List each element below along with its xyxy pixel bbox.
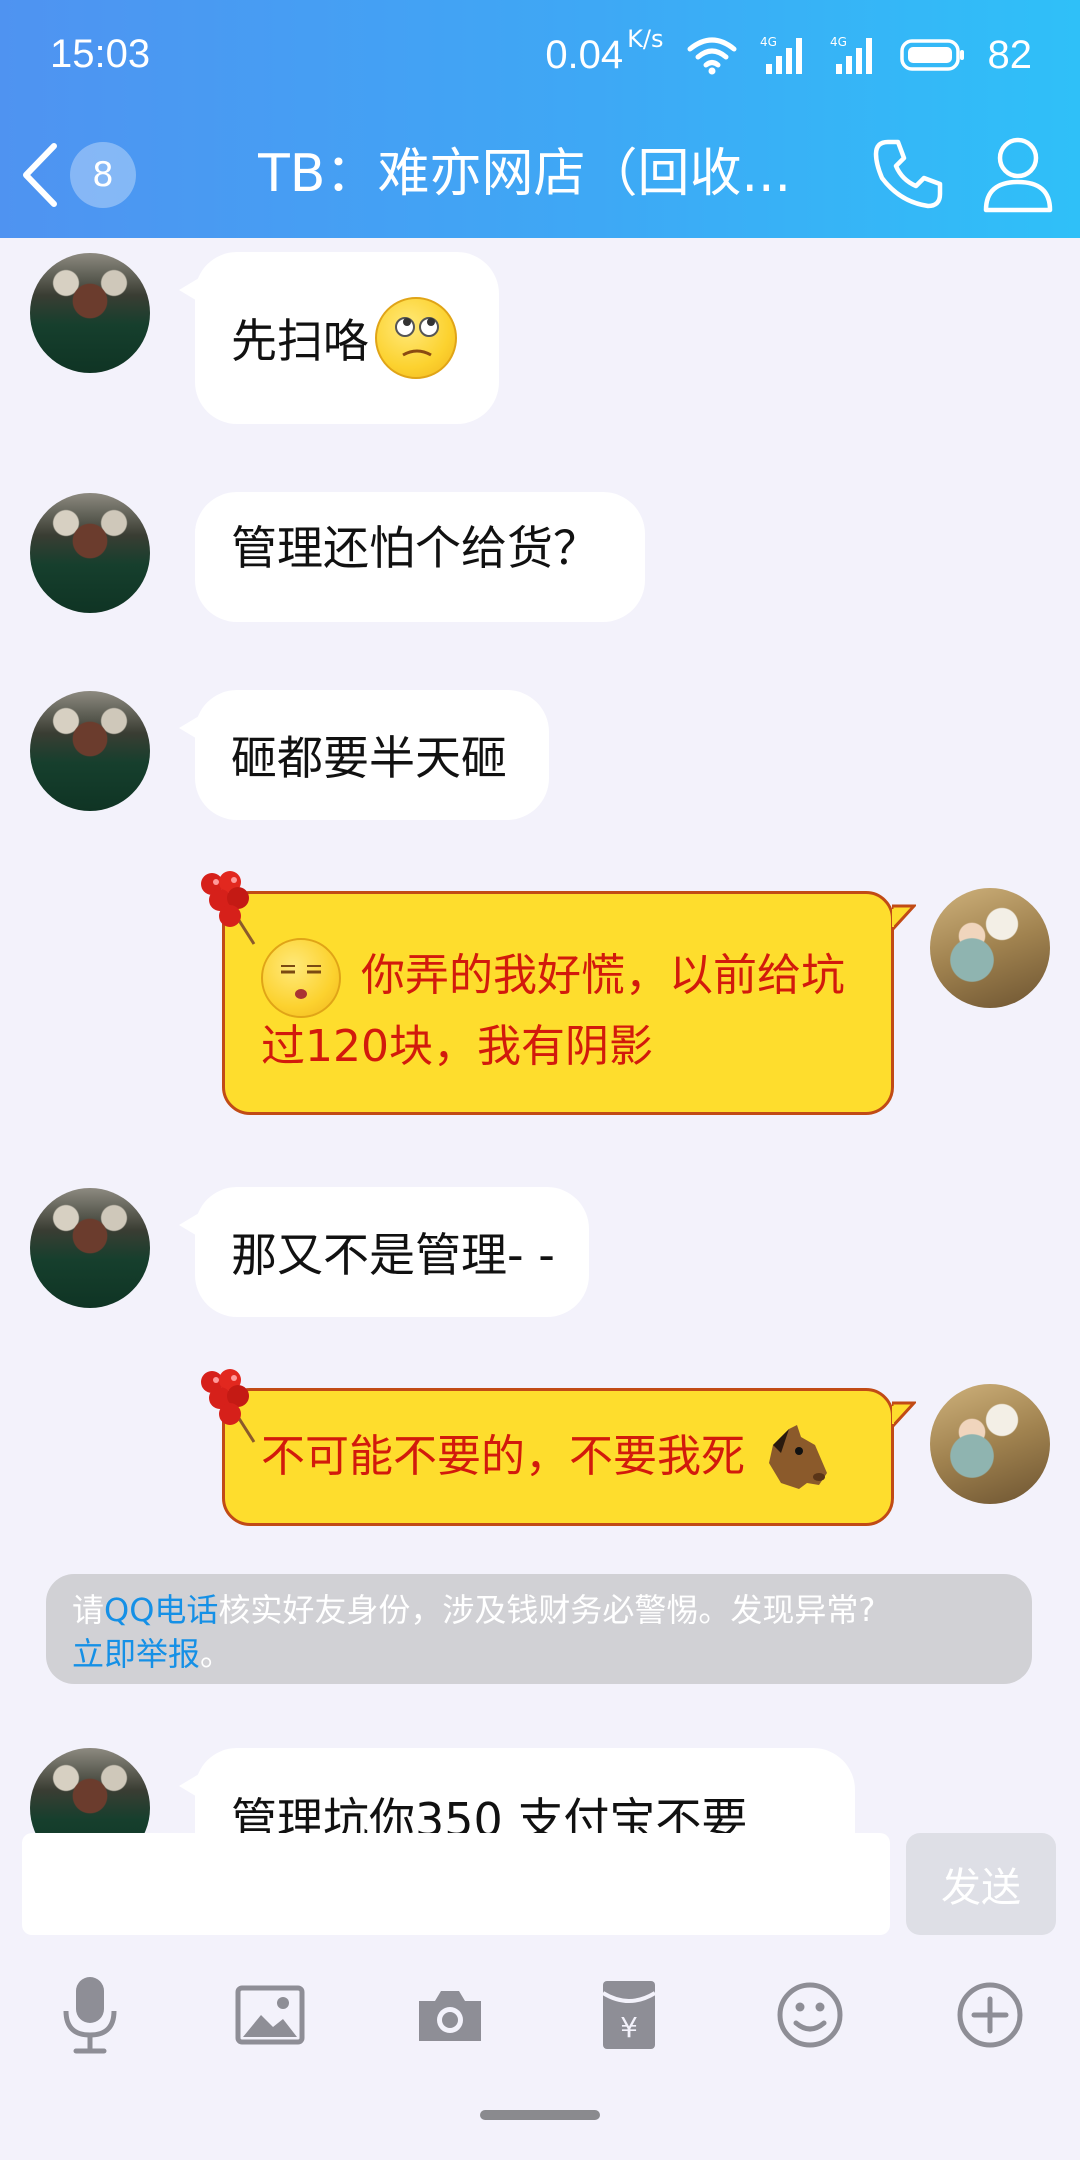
message-bubble-outgoing[interactable]: 你弄的我好慌，以前给坑过120块，我有阴影 <box>222 891 894 1115</box>
wifi-icon <box>687 37 736 75</box>
send-button[interactable]: 发送 <box>906 1833 1056 1935</box>
bubble-tail <box>892 1401 916 1430</box>
message-text: 你弄的我好慌，以前给坑过120块，我有阴影 <box>261 950 845 1072</box>
call-button[interactable] <box>870 136 946 212</box>
chat-title: TB：难亦网店（回收... <box>258 144 792 204</box>
message-text: 不可能不要的，不要我死 <box>261 1431 745 1482</box>
signal-icon-1: 4G <box>760 35 802 74</box>
message-bubble-incoming[interactable]: 先扫咯 <box>179 252 499 424</box>
emoji-button[interactable] <box>768 1973 852 2057</box>
candy-haw-decoration-icon <box>201 1369 256 1443</box>
message-text: 先扫咯 <box>231 314 369 368</box>
message-bubble-incoming[interactable]: 那又不是管理- - <box>179 1187 589 1317</box>
bubble-tail <box>892 904 916 933</box>
svg-text:4G: 4G <box>760 35 777 49</box>
svg-text:4G: 4G <box>830 35 847 49</box>
plus-icon <box>957 1982 1023 2048</box>
message-bubble-incoming[interactable]: 管理坑你350 支付宝不要 <box>179 1748 855 1833</box>
contact-avatar[interactable] <box>30 493 150 613</box>
qq-call-link[interactable]: QQ电话 <box>104 1591 218 1629</box>
svg-text:¥: ¥ <box>620 2011 638 2044</box>
message-text: 管理坑你350 支付宝不要 <box>231 1793 748 1833</box>
camera-button[interactable] <box>408 1973 492 2057</box>
my-avatar[interactable] <box>930 888 1050 1008</box>
chevron-left-icon <box>23 143 57 207</box>
home-indicator[interactable] <box>480 2110 600 2120</box>
status-bar: 15:03 0.04 K/s 4G 4G 82 <box>0 0 1080 110</box>
contact-avatar[interactable] <box>30 1188 150 1308</box>
nav-bar: 8 TB：难亦网店（回收... <box>0 110 1080 238</box>
message-bubble-incoming[interactable]: 砸都要半天砸 <box>179 690 549 820</box>
emoji-icon <box>777 1982 843 2048</box>
unread-count-badge: 8 <box>70 142 136 208</box>
message-input[interactable] <box>22 1833 890 1935</box>
image-icon <box>235 1985 305 2045</box>
battery-icon <box>899 39 964 71</box>
voice-button[interactable] <box>48 1973 132 2057</box>
sleepy-face-emoji-icon <box>261 938 341 1018</box>
network-speed: 0.04 K/s <box>545 24 664 77</box>
battery-level: 82 <box>987 32 1033 77</box>
candy-haw-decoration-icon <box>201 871 256 945</box>
profile-button[interactable] <box>980 134 1056 214</box>
red-packet-button[interactable]: ¥ <box>587 1973 671 2057</box>
message-text: 砸都要半天砸 <box>231 731 507 785</box>
more-button[interactable] <box>948 1973 1032 2057</box>
person-icon <box>983 137 1053 213</box>
status-time: 15:03 <box>50 32 151 76</box>
message-text: 那又不是管理- - <box>231 1228 555 1282</box>
contact-avatar[interactable] <box>30 1748 150 1833</box>
message-bubble-outgoing[interactable]: 不可能不要的，不要我死 <box>222 1388 894 1526</box>
microphone-icon <box>63 1977 117 2054</box>
horse-face-emoji-icon <box>759 1423 831 1495</box>
image-button[interactable] <box>228 1973 312 2057</box>
rolling-eyes-emoji-icon <box>375 297 457 379</box>
my-avatar[interactable] <box>930 1384 1050 1504</box>
report-link[interactable]: 立即举报 <box>72 1635 200 1673</box>
red-packet-icon: ¥ <box>601 1981 657 2049</box>
security-warning-banner: 请QQ电话核实好友身份，涉及钱财务必警惕。发现异常? 立即举报。 <box>46 1574 1032 1684</box>
signal-icon-2: 4G <box>830 35 872 74</box>
message-text: 管理还怕个给货？ <box>231 521 599 575</box>
message-bubble-incoming[interactable]: 管理还怕个给货？ <box>195 492 645 622</box>
back-button[interactable]: 8 <box>18 130 148 220</box>
contact-avatar[interactable] <box>30 691 150 811</box>
phone-icon <box>873 139 943 209</box>
chat-header: 15:03 0.04 K/s 4G 4G 82 8 TB：难亦网店（回收... <box>0 0 1080 238</box>
status-icons: 0.04 K/s 4G 4G 82 <box>545 24 1033 80</box>
camera-icon <box>419 1991 481 2041</box>
contact-avatar[interactable] <box>30 253 150 373</box>
